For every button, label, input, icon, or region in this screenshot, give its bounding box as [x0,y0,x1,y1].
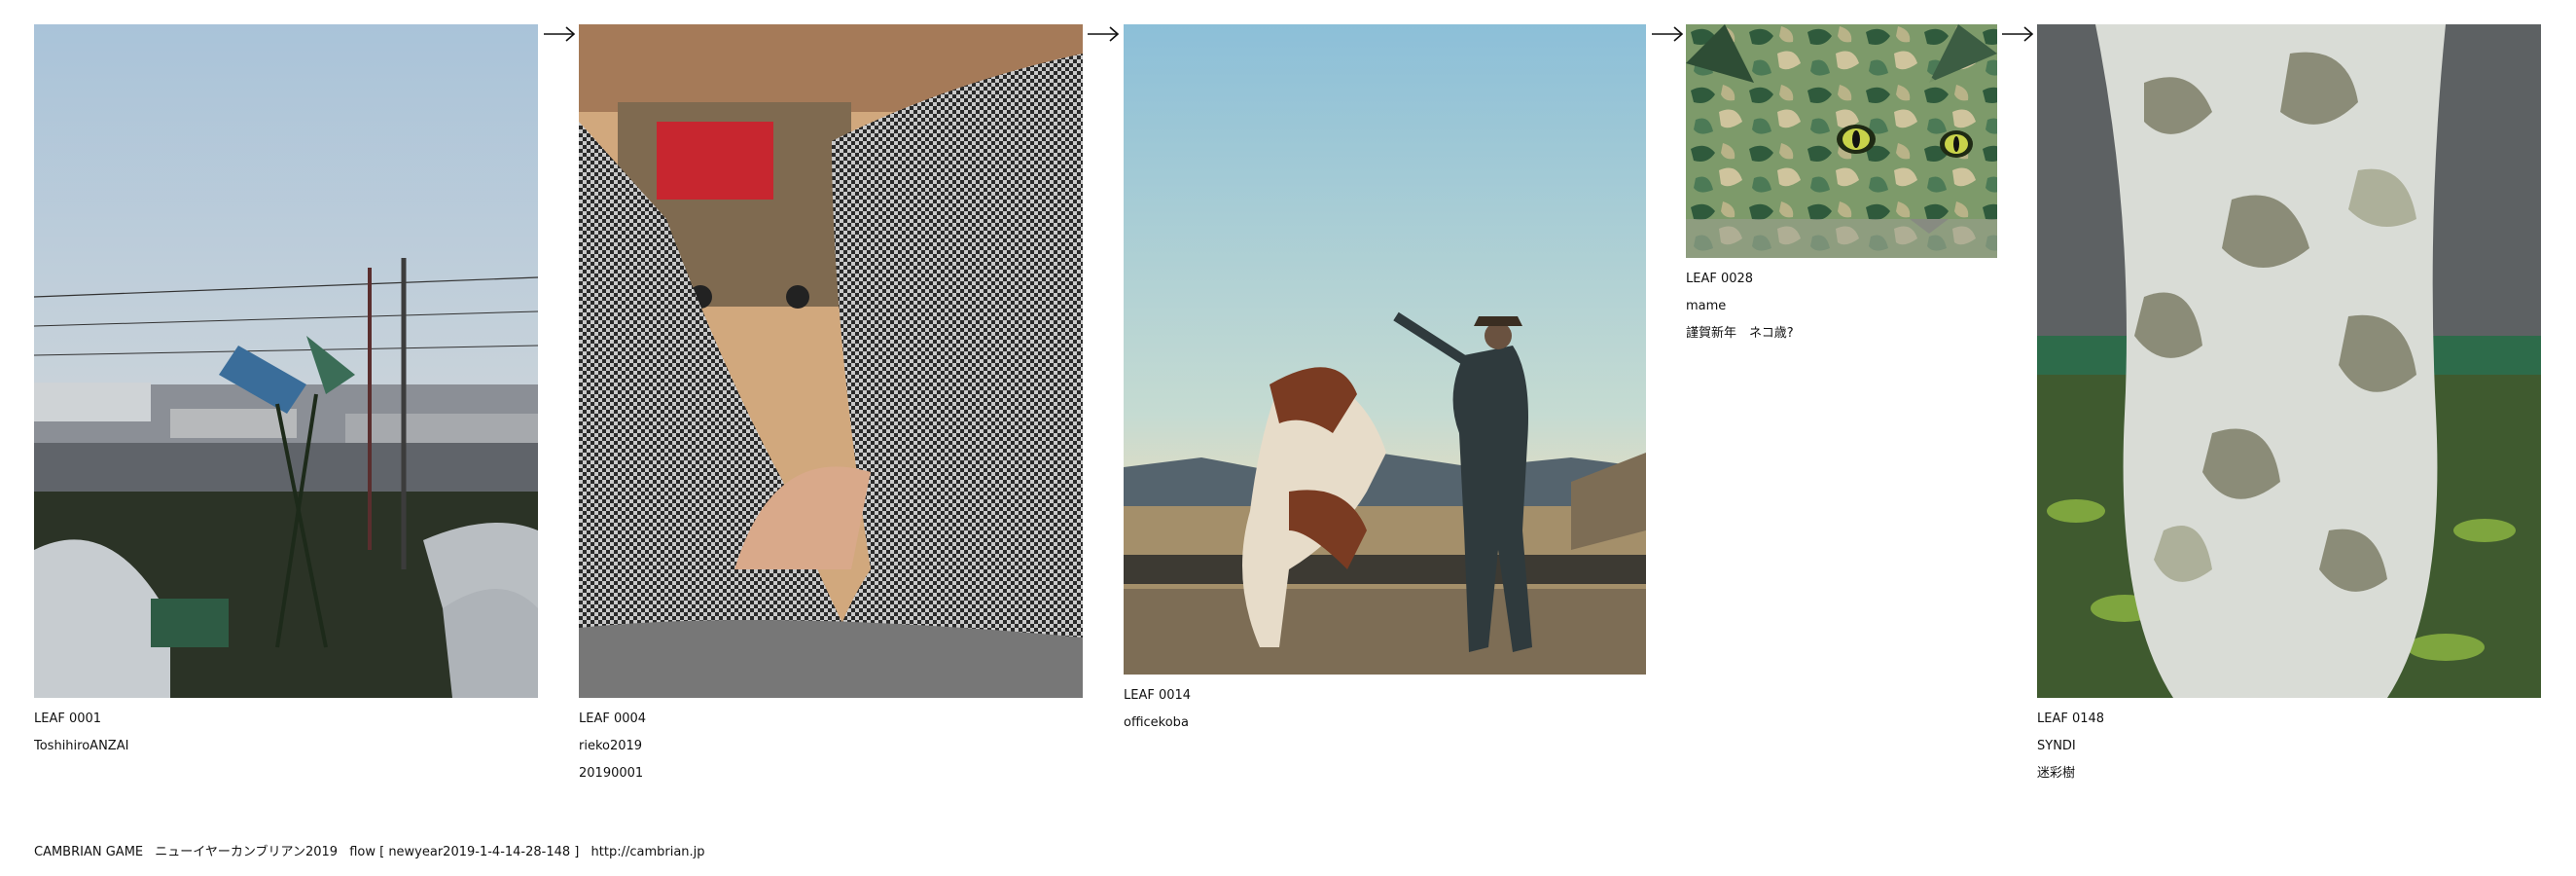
flow-label: flow [ newyear2019-1-4-14-28-148 ] [349,845,580,859]
leaf-card-0001: LEAF 0001 ToshihiroANZAI [34,24,538,760]
leaf-id[interactable]: LEAF 0014 [1124,682,1646,710]
camo-cat-image [1686,24,1997,258]
houndstooth-legs-image [579,24,1083,698]
leaf-meta-0014: LEAF 0014 officekoba [1124,682,1646,737]
leaf-photo-0014[interactable] [1124,24,1646,675]
flow-arrow-icon [2001,24,2034,44]
leaf-author: ToshihiroANZAI [34,739,129,753]
leaf-card-0148: LEAF 0148 SYNDI 迷彩樹 [2037,24,2541,787]
leaf-id[interactable]: LEAF 0148 [2037,706,2541,733]
leaf-card-0028: LEAF 0028 mame 謹賀新年 ネコ歳? [1686,24,1997,347]
leaf-photo-0148[interactable] [2037,24,2541,698]
leaf-author: officekoba [1124,715,1189,730]
leaf-caption: 謹賀新年 ネコ歳? [1686,326,1794,341]
leaf-card-0014: LEAF 0014 officekoba [1124,24,1646,737]
leaf-caption: 20190001 [579,766,644,781]
flow-arrow-icon [543,24,576,44]
leaf-caption: 迷彩樹 [2037,766,2076,781]
leaf-id[interactable]: LEAF 0001 [34,706,538,733]
leaf-card-0004: LEAF 0004 rieko2019 20190001 [579,24,1083,787]
field-scarecrow-image [34,24,538,698]
leaf-meta-0004: LEAF 0004 rieko2019 20190001 [579,706,1083,787]
event-title: ニューイヤーカンブリアン2019 [155,845,339,859]
leaf-author: mame [1686,299,1727,313]
leaf-photo-0001[interactable] [34,24,538,698]
site-link[interactable]: http://cambrian.jp [591,845,705,859]
horse-rider-image [1124,24,1646,675]
leaf-meta-0001: LEAF 0001 ToshihiroANZAI [34,706,538,760]
flow-arrow-icon [1651,24,1684,44]
flow-arrow-icon [1087,24,1120,44]
page-footer: CAMBRIAN GAME ニューイヤーカンブリアン2019 flow [ ne… [34,841,705,859]
leaf-meta-0028: LEAF 0028 mame 謹賀新年 ネコ歳? [1686,266,1997,347]
leaf-author: rieko2019 [579,739,643,753]
site-name: CAMBRIAN GAME [34,845,144,859]
leaf-id[interactable]: LEAF 0028 [1686,266,1997,293]
leaf-author: SYNDI [2037,739,2076,753]
leaf-photo-0004[interactable] [579,24,1083,698]
camo-tree-image [2037,24,2541,698]
leaf-id[interactable]: LEAF 0004 [579,706,1083,733]
leaf-photo-0028[interactable] [1686,24,1997,258]
leaf-meta-0148: LEAF 0148 SYNDI 迷彩樹 [2037,706,2541,787]
